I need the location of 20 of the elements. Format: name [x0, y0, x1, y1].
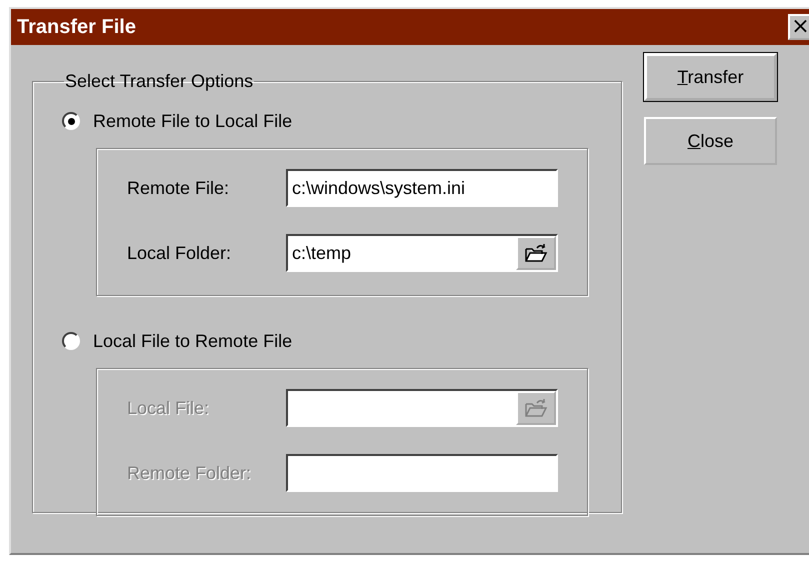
radio-label[interactable]: Remote File to Local File [93, 110, 292, 132]
radio-button[interactable] [62, 112, 80, 130]
dialog-button[interactable]: Close [644, 117, 777, 165]
field-label: Local File: [127, 398, 210, 418]
group-legend: Select Transfer Options [64, 71, 254, 92]
window-title: Transfer File [17, 16, 136, 38]
folder-icon [524, 398, 548, 418]
field-label: Remote File: [127, 178, 230, 198]
input-field[interactable] [286, 389, 558, 427]
input-field[interactable] [286, 454, 558, 492]
field-value: c:\windows\system.ini [292, 178, 466, 198]
field-label: Local Folder: [127, 242, 232, 264]
input-field[interactable]: c:\windows\system.ini [286, 169, 558, 207]
input-field[interactable]: c:\temp [286, 234, 558, 272]
field-label: Remote Folder: [127, 462, 252, 484]
field-value: c:\temp [292, 242, 352, 264]
browse-button[interactable] [516, 236, 556, 270]
dialog-button[interactable]: Transfer [644, 53, 777, 101]
close-button[interactable]: × [788, 14, 809, 40]
folder-icon [524, 243, 548, 263]
